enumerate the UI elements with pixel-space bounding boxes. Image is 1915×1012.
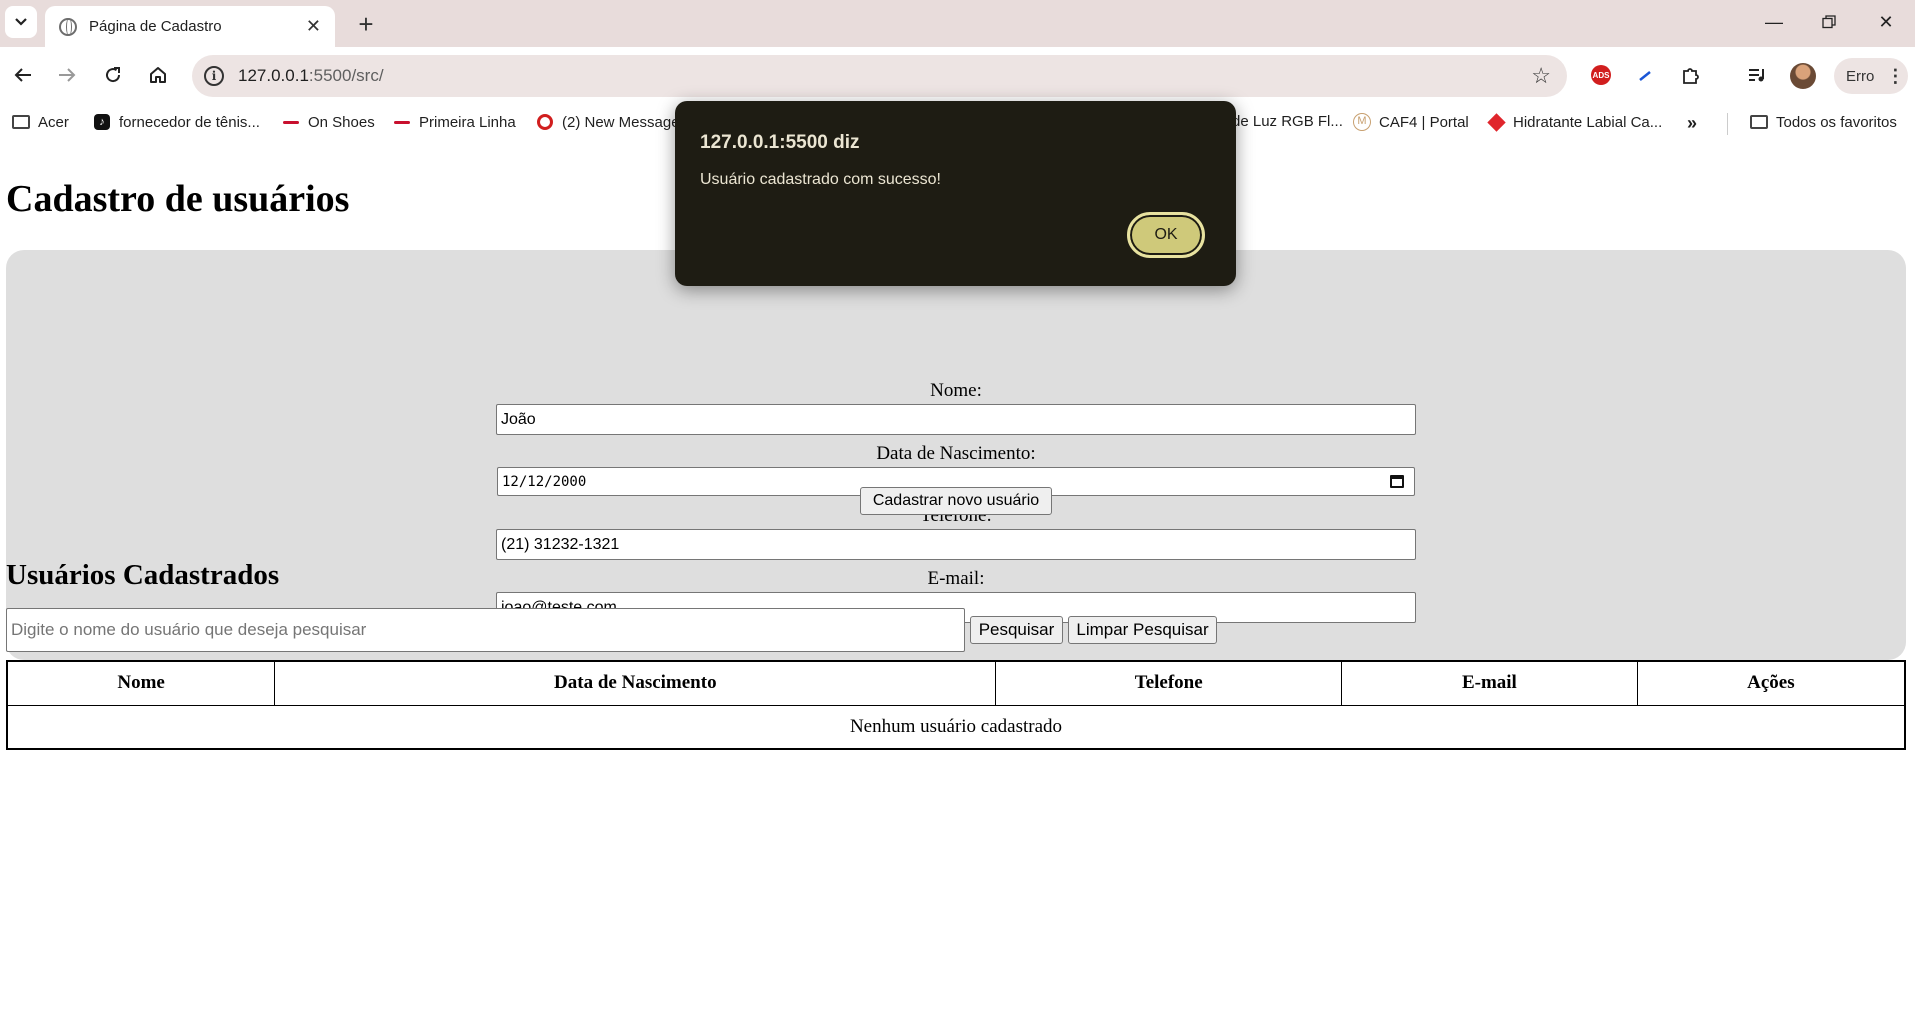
registration-form: Nome: João Data de Nascimento: 12/12/200… [6,250,1906,660]
home-button[interactable] [142,59,174,91]
folder-icon [1750,115,1768,129]
bookmark-label: Acer [38,113,69,131]
arrow-right-icon [59,68,76,82]
dialog-message: Usuário cadastrado com sucesso! [700,171,941,188]
bookmark-label: CAF4 | Portal [1379,113,1469,131]
alert-dialog: 127.0.0.1:5500 diz Usuário cadastrado co… [675,101,1236,286]
close-window-button[interactable]: ✕ [1858,0,1914,44]
dash-icon [283,120,299,124]
globe-icon [59,17,77,36]
m-icon: M [1353,113,1371,131]
dialog-title: 127.0.0.1:5500 diz [700,132,860,153]
folder-icon [12,115,30,129]
profile-error-button[interactable]: Erro ⋮ [1834,58,1908,94]
registered-users-title: Usuários Cadastrados [6,559,280,591]
register-user-button[interactable]: Cadastrar novo usuário [860,487,1052,515]
bookmark-label: Todos os favoritos [1776,113,1897,131]
bookmark-item[interactable]: ♪ fornecedor de tênis... [93,113,260,131]
restore-button[interactable] [1801,0,1857,44]
extensions-button[interactable] [1677,61,1705,89]
home-icon [150,67,166,83]
close-tab-icon[interactable]: ✕ [306,16,321,37]
profile-avatar[interactable] [1790,63,1816,89]
bookmark-label: de Luz RGB Fl... [1232,113,1343,130]
column-header-name: Nome [6,660,276,706]
diamond-icon [1486,112,1506,132]
clear-search-button[interactable]: Limpar Pesquisar [1068,616,1217,644]
arrow-left-icon [14,68,31,82]
browser-toolbar: i 127.0.0.1:5500/src/ ☆ ADS [0,47,1915,103]
bookmark-item[interactable]: On Shoes [282,113,375,131]
calendar-icon[interactable] [1390,475,1404,488]
column-header-phone: Telefone [995,660,1343,706]
page-title: Cadastro de usuários [6,178,350,220]
more-bookmarks-button[interactable]: » [1687,113,1697,134]
url-host: 127.0.0.1 [238,66,309,85]
back-button[interactable] [7,59,39,91]
reload-button[interactable] [97,59,129,91]
bookmark-item[interactable]: de Luz RGB Fl... [1232,113,1343,130]
search-button[interactable]: Pesquisar [970,616,1063,644]
users-table: Nome Data de Nascimento Telefone E-mail … [6,660,1906,750]
media-control-button[interactable] [1744,61,1772,89]
bookmark-item[interactable]: (2) New Message [536,113,680,131]
adblock-icon: ADS [1591,65,1611,85]
bookmark-item[interactable]: M CAF4 | Portal [1353,113,1469,131]
tab-active[interactable]: Página de Cadastro ✕ [45,6,335,47]
birth-date-label: Data de Nascimento: [876,443,1036,464]
bookmarks-divider [1727,113,1728,135]
tab-strip: Página de Cadastro ✕ + — ✕ [0,0,1915,47]
bookmark-label: (2) New Message [562,113,680,131]
site-info-icon[interactable]: i [204,66,224,86]
dash-icon [394,120,410,124]
tab-search-button[interactable] [5,6,37,38]
restore-icon [1822,15,1836,29]
name-label: Nome: [930,380,982,401]
reload-icon [106,67,121,83]
all-bookmarks-folder[interactable]: Todos os favoritos [1750,113,1897,131]
table-header-row: Nome Data de Nascimento Telefone E-mail … [6,660,1906,706]
table-row: Nenhum usuário cadastrado [6,704,1906,750]
birth-date-value: 12/12/2000 [502,473,587,490]
pen-icon [1639,71,1651,81]
column-header-actions: Ações [1636,660,1906,706]
empty-table-message: Nenhum usuário cadastrado [6,704,1906,750]
column-header-birth-date: Data de Nascimento [274,660,997,706]
column-header-email: E-mail [1341,660,1638,706]
new-tab-button[interactable]: + [350,8,382,40]
more-menu-icon[interactable]: ⋮ [1886,66,1904,87]
bookmark-item[interactable]: Primeira Linha [393,113,516,131]
user-search-input[interactable]: Digite o nome do usuário que deseja pesq… [6,608,965,652]
email-label: E-mail: [927,568,985,589]
adblock-extension-button[interactable]: ADS [1587,61,1615,89]
profile-error-label: Erro [1846,67,1875,85]
address-bar[interactable]: i 127.0.0.1:5500/src/ ☆ [192,55,1567,97]
name-input[interactable]: João [496,404,1416,435]
bookmark-star-icon[interactable]: ☆ [1531,63,1551,89]
tab-title: Página de Cadastro [89,18,222,35]
chevron-down-icon [15,18,27,26]
circle-icon [537,114,553,130]
pen-extension-button[interactable] [1631,61,1659,89]
bookmark-label: Primeira Linha [419,113,516,131]
bookmark-item[interactable]: Acer [12,113,69,131]
puzzle-icon [1683,68,1699,84]
url-path: :5500/src/ [308,66,384,85]
double-chevron-icon: » [1687,113,1698,133]
phone-input[interactable]: (21) 31232-1321 [496,529,1416,560]
tiktok-icon: ♪ [94,114,110,130]
bookmark-label: Hidratante Labial Ca... [1513,113,1663,131]
forward-button[interactable] [51,59,83,91]
bookmark-label: fornecedor de tênis... [119,113,260,131]
dialog-ok-button[interactable]: OK [1127,212,1205,258]
bookmark-label: On Shoes [308,113,375,131]
minimize-button[interactable]: — [1746,0,1802,44]
bookmark-item[interactable]: Hidratante Labial Ca... [1486,112,1663,132]
playlist-icon [1749,69,1764,82]
